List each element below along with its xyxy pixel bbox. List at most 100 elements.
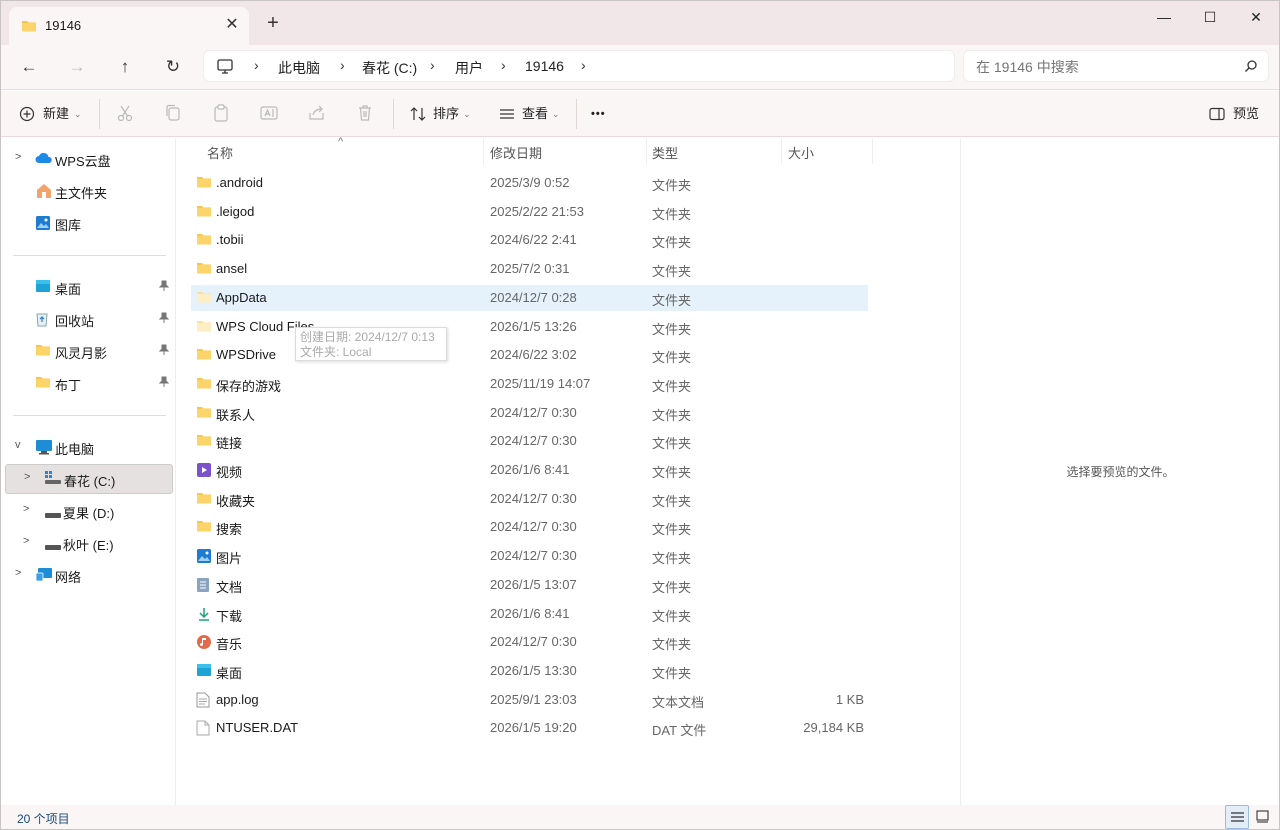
folder-faded-icon xyxy=(196,319,212,336)
sidebar-item-network[interactable]: > 网络 xyxy=(5,560,173,590)
rename-icon[interactable] xyxy=(259,103,281,125)
file-modified-date: 2024/6/22 2:41 xyxy=(490,232,577,248)
up-button[interactable]: ↑ xyxy=(109,53,141,81)
file-row[interactable]: NTUSER.DAT 2026/1/5 19:20 DAT 文件 29,184 KB xyxy=(191,715,868,741)
download-icon xyxy=(196,606,212,625)
column-resize-handle[interactable] xyxy=(872,138,873,164)
file-row[interactable]: 视频 2026/1/6 8:41 文件夹 xyxy=(191,457,868,483)
chevron-right-icon[interactable]: > xyxy=(15,151,21,163)
view-button[interactable]: 查看 ⌄ xyxy=(497,99,567,129)
file-row[interactable]: ansel 2025/7/2 0:31 文件夹 xyxy=(191,256,868,282)
network-icon xyxy=(35,567,53,586)
file-row[interactable]: AppData 2024/12/7 0:28 文件夹 xyxy=(191,284,868,311)
preview-pane-button[interactable]: 预览 xyxy=(1207,99,1267,129)
tab-close-button[interactable]: ✕ xyxy=(221,14,243,36)
search-box[interactable] xyxy=(963,50,1269,82)
chevron-right-icon[interactable]: > xyxy=(24,471,30,483)
chevron-right-icon[interactable]: > xyxy=(23,503,29,515)
file-row[interactable]: 文档 2026/1/5 13:07 文件夹 xyxy=(191,572,868,598)
sidebar-item-label: 春花 (C:) xyxy=(64,474,116,489)
back-button[interactable]: ← xyxy=(13,53,45,81)
refresh-button[interactable]: ↻ xyxy=(157,53,189,81)
more-options-button[interactable]: ••• xyxy=(591,99,615,129)
paste-icon[interactable] xyxy=(211,103,233,125)
file-modified-date: 2024/12/7 0:30 xyxy=(490,634,577,650)
chevron-right-icon[interactable]: > xyxy=(23,535,29,547)
sidebar-item-this-pc[interactable]: v 此电脑 xyxy=(5,432,173,462)
sidebar-item-gallery[interactable]: 图库 xyxy=(5,208,173,238)
details-view-button[interactable] xyxy=(1225,805,1249,829)
close-window-button[interactable]: ✕ xyxy=(1233,1,1279,33)
tiles-view-button[interactable] xyxy=(1251,805,1275,829)
chevron-right-icon[interactable]: > xyxy=(15,567,21,579)
gallery-icon xyxy=(35,215,51,234)
file-row[interactable]: 音乐 2024/12/7 0:30 文件夹 xyxy=(191,629,868,655)
column-header-size[interactable]: 大小 xyxy=(788,143,814,162)
sidebar-item-home[interactable]: 主文件夹 xyxy=(5,176,173,206)
breadcrumb-separator: › xyxy=(430,57,435,73)
file-row[interactable]: .android 2025/3/9 0:52 文件夹 xyxy=(191,170,868,196)
breadcrumb-users[interactable]: 用户 xyxy=(455,58,483,78)
file-modified-date: 2025/11/19 14:07 xyxy=(490,375,591,391)
file-row[interactable]: WPS Cloud Files 2026/1/5 13:26 文件夹 xyxy=(191,314,868,340)
new-button[interactable]: 新建 ⌄ xyxy=(17,99,87,129)
breadcrumb-drive-c[interactable]: 春花 (C:) xyxy=(362,58,417,78)
minimize-button[interactable]: — xyxy=(1141,1,1187,33)
file-row[interactable]: 图片 2024/12/7 0:30 文件夹 xyxy=(191,543,868,569)
file-row[interactable]: 联系人 2024/12/7 0:30 文件夹 xyxy=(191,400,868,426)
maximize-button[interactable]: ☐ xyxy=(1187,1,1233,33)
file-row[interactable]: 链接 2024/12/7 0:30 文件夹 xyxy=(191,428,868,454)
file-type: 文件夹 xyxy=(652,522,692,538)
file-row[interactable]: 桌面 2026/1/5 13:30 文件夹 xyxy=(191,658,868,684)
sidebar-item-fengling[interactable]: 风灵月影 xyxy=(5,336,173,366)
file-row[interactable]: .tobii 2024/6/22 2:41 文件夹 xyxy=(191,227,868,253)
sidebar-item-desktop[interactable]: 桌面 xyxy=(5,272,173,302)
search-icon[interactable] xyxy=(1244,59,1258,76)
title-bar: 19146 ✕ + — ☐ ✕ xyxy=(1,1,1279,45)
file-type: 文件夹 xyxy=(652,350,692,366)
column-header-type[interactable]: 类型 xyxy=(652,143,678,162)
breadcrumb-this-pc[interactable]: 此电脑 xyxy=(278,58,320,78)
share-icon[interactable] xyxy=(307,103,329,125)
file-row[interactable]: 搜索 2024/12/7 0:30 文件夹 xyxy=(191,514,868,540)
column-header-modified[interactable]: 修改日期 xyxy=(490,143,542,162)
sidebar-item-drive-e[interactable]: > 秋叶 (E:) xyxy=(5,528,173,558)
chevron-down-icon: ⌄ xyxy=(552,109,560,119)
forward-button[interactable]: → xyxy=(61,53,93,81)
file-row[interactable]: .leigod 2025/2/22 21:53 文件夹 xyxy=(191,199,868,225)
navigation-pane: > WPS云盘 主文件夹 图库 桌面 回收站 风灵月影 布丁 v 此电脑 > 春… xyxy=(1,138,176,805)
column-resize-handle[interactable] xyxy=(646,138,647,164)
file-row[interactable]: 下载 2026/1/6 8:41 文件夹 xyxy=(191,601,868,627)
file-row[interactable]: 保存的游戏 2025/11/19 14:07 文件夹 xyxy=(191,371,868,397)
cut-icon[interactable] xyxy=(115,103,137,125)
delete-icon[interactable] xyxy=(355,103,377,125)
sidebar-item-drive-d[interactable]: > 夏果 (D:) xyxy=(5,496,173,526)
sidebar-item-buding[interactable]: 布丁 xyxy=(5,368,173,398)
sidebar-item-drive-c[interactable]: > 春花 (C:) xyxy=(5,464,173,494)
search-input[interactable] xyxy=(976,57,1236,77)
address-bar[interactable]: › 此电脑 › 春花 (C:) › 用户 › 19146 › xyxy=(203,50,955,82)
item-count: 20 个项目 xyxy=(17,812,70,826)
file-row[interactable]: WPSDrive 2024/6/22 3:02 文件夹 xyxy=(191,342,868,368)
sidebar-item-wps-cloud[interactable]: > WPS云盘 xyxy=(5,144,173,174)
sidebar-item-label: 图库 xyxy=(55,218,82,233)
new-tab-button[interactable]: + xyxy=(261,11,285,35)
file-modified-date: 2025/2/22 21:53 xyxy=(490,203,584,219)
file-row[interactable]: app.log 2025/9/1 23:03 文本文档 1 KB xyxy=(191,687,868,713)
file-name: WPSDrive xyxy=(216,347,276,363)
chevron-down-icon: ⌄ xyxy=(463,109,471,119)
file-modified-date: 2026/1/6 8:41 xyxy=(490,462,570,477)
sort-button[interactable]: 排序 ⌄ xyxy=(407,99,477,129)
column-header-name[interactable]: 名称 xyxy=(207,143,233,162)
chevron-down-icon[interactable]: v xyxy=(15,439,21,451)
tab-19146[interactable]: 19146 ✕ xyxy=(9,7,249,45)
copy-icon[interactable] xyxy=(163,103,185,125)
file-row[interactable]: 收藏夹 2024/12/7 0:30 文件夹 xyxy=(191,486,868,512)
sidebar-item-label: 风灵月影 xyxy=(55,346,108,361)
column-resize-handle[interactable] xyxy=(781,138,782,164)
file-name: ansel xyxy=(216,261,248,277)
breadcrumb-19146[interactable]: 19146 xyxy=(525,58,564,74)
sidebar-item-recycle-bin[interactable]: 回收站 xyxy=(5,304,173,334)
column-resize-handle[interactable] xyxy=(483,138,484,164)
file-name: 联系人 xyxy=(216,407,256,423)
